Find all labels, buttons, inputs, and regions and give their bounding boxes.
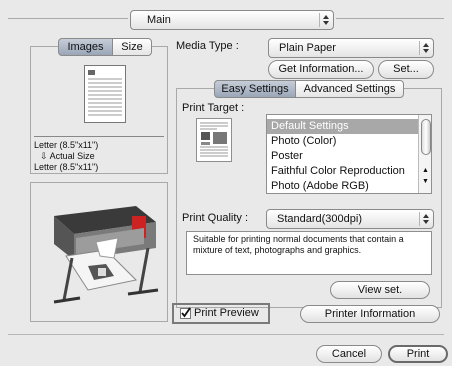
stepper-icon bbox=[419, 41, 431, 55]
main-popup-label: Main bbox=[147, 14, 171, 26]
list-item[interactable]: Photo (Color) bbox=[267, 134, 431, 149]
print-target-label: Print Target : bbox=[182, 102, 245, 114]
print-button[interactable]: Print bbox=[388, 345, 448, 363]
stepper-icon bbox=[419, 212, 431, 226]
print-quality-popup[interactable]: Standard(300dpi) bbox=[266, 209, 434, 229]
paper-size-source: Letter (8.5"x11") bbox=[34, 140, 99, 150]
scaling-row: ⇩ Actual Size bbox=[40, 151, 95, 162]
printer-information-button[interactable]: Printer Information bbox=[300, 305, 440, 323]
print-target-thumbnail bbox=[196, 118, 232, 162]
view-set-button[interactable]: View set. bbox=[330, 281, 430, 299]
get-information-button[interactable]: Get Information... bbox=[268, 60, 374, 79]
cancel-button[interactable]: Cancel bbox=[316, 345, 382, 363]
print-quality-label: Print Quality : bbox=[182, 212, 249, 224]
media-type-popup[interactable]: Plain Paper bbox=[268, 38, 434, 58]
media-type-label: Media Type : bbox=[176, 40, 239, 52]
tab-advanced-settings[interactable]: Advanced Settings bbox=[295, 80, 404, 98]
tab-easy-settings[interactable]: Easy Settings bbox=[214, 80, 296, 98]
scaling-mode: Actual Size bbox=[49, 151, 95, 161]
print-preview-label: Print Preview bbox=[194, 307, 259, 319]
top-separator-right bbox=[336, 18, 444, 19]
paper-size-output: Letter (8.5"x11") bbox=[34, 162, 99, 172]
scroll-thumb[interactable] bbox=[421, 119, 431, 155]
top-separator-left bbox=[8, 18, 128, 19]
photo-document-icon bbox=[200, 122, 228, 157]
paper-thumbnail bbox=[84, 65, 126, 123]
list-item[interactable]: Photo (Adobe RGB) bbox=[267, 179, 431, 193]
list-item[interactable]: Default Settings bbox=[267, 119, 431, 134]
print-target-scrollbar[interactable]: ▲ ▼ bbox=[418, 115, 431, 193]
media-type-value: Plain Paper bbox=[279, 42, 336, 54]
tab-images[interactable]: Images bbox=[58, 38, 113, 56]
document-lines-icon bbox=[88, 70, 122, 116]
main-popup[interactable]: Main bbox=[130, 10, 334, 30]
list-item[interactable]: Poster bbox=[267, 149, 431, 164]
quality-description-box: Suitable for printing normal documents t… bbox=[186, 231, 432, 275]
arrow-down-icon: ⇩ bbox=[40, 151, 48, 161]
left-tabs: Images Size bbox=[58, 38, 152, 56]
print-preview-checkbox[interactable] bbox=[180, 307, 191, 319]
list-item[interactable]: Faithful Color Reproduction bbox=[267, 164, 431, 179]
settings-tabs: Easy Settings Advanced Settings bbox=[214, 80, 404, 98]
print-target-list[interactable]: Default Settings Photo (Color) Poster Fa… bbox=[266, 114, 432, 194]
checkmark-icon bbox=[181, 307, 191, 318]
set-button[interactable]: Set... bbox=[378, 60, 434, 79]
bottom-separator bbox=[8, 334, 444, 335]
scroll-down-arrow-icon[interactable]: ▼ bbox=[422, 178, 429, 185]
print-quality-value: Standard(300dpi) bbox=[277, 213, 363, 225]
tab-size[interactable]: Size bbox=[112, 38, 152, 56]
quality-description: Suitable for printing normal documents t… bbox=[193, 234, 404, 255]
scroll-up-arrow-icon[interactable]: ▲ bbox=[422, 167, 429, 174]
print-dialog: { "main_popup": {"value": "Main"}, "left… bbox=[0, 0, 452, 366]
paper-divider bbox=[34, 136, 164, 137]
stepper-icon bbox=[319, 13, 331, 27]
printer-icon bbox=[53, 206, 159, 304]
